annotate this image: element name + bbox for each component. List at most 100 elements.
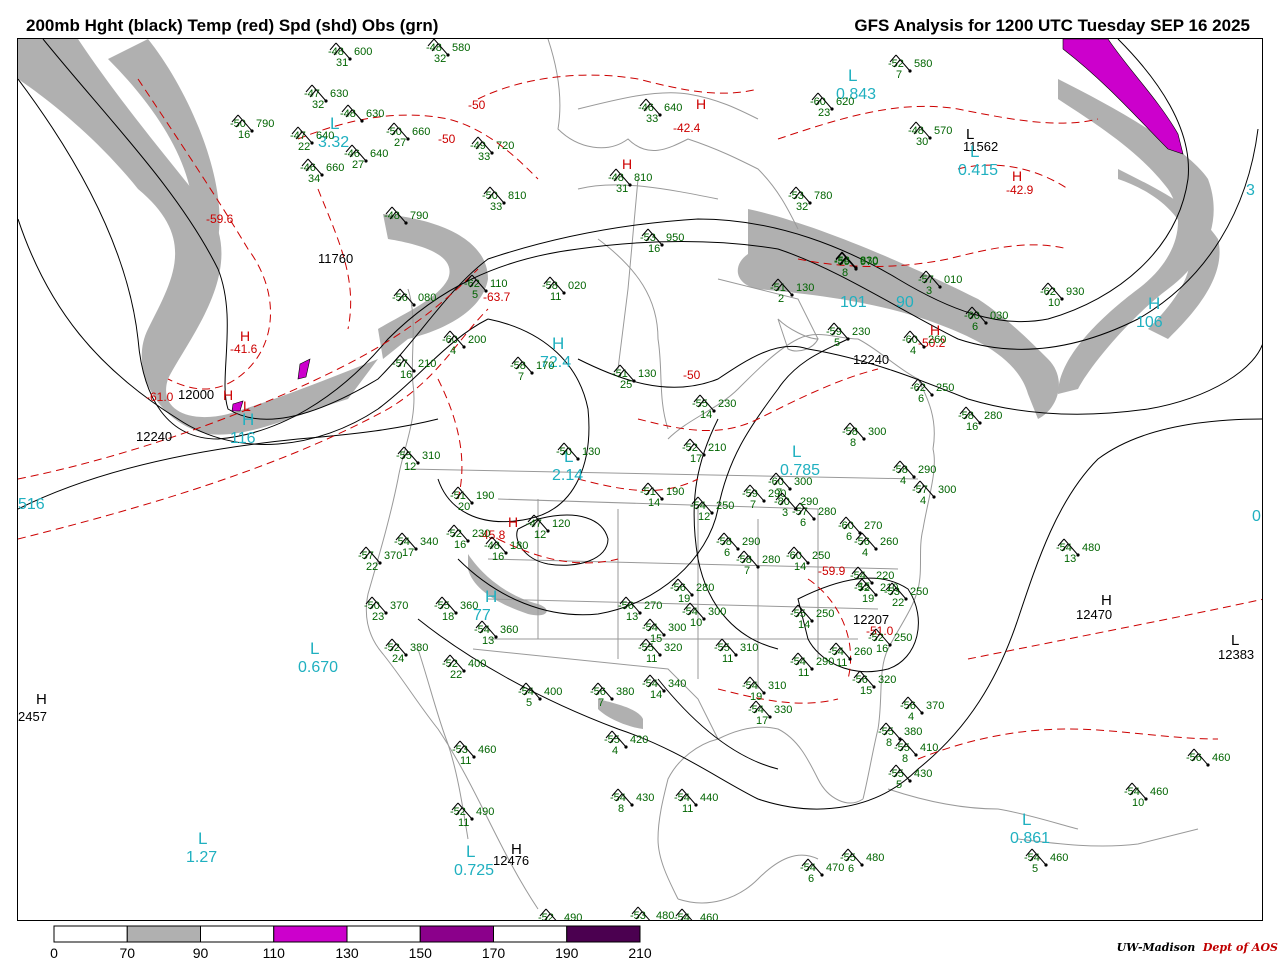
- station-dewpoint-depression: 19: [678, 593, 690, 605]
- station-plot: -602004: [442, 330, 486, 357]
- speed-center-mark: L: [310, 639, 319, 658]
- station-dewpoint-depression: 12: [698, 511, 710, 523]
- station-height: 310: [768, 680, 786, 692]
- station-dewpoint-depression: 31: [336, 57, 348, 69]
- station-plot: -4857030: [908, 121, 952, 148]
- station-height: 580: [914, 58, 932, 70]
- station-plot: -6293010: [1040, 282, 1084, 309]
- station-height: 790: [256, 118, 274, 130]
- height-center-mark: H: [1101, 592, 1112, 609]
- station-dewpoint-depression: 16: [238, 129, 250, 141]
- temperature-label: -61.0: [146, 390, 174, 404]
- station-dewpoint-depression: 32: [434, 53, 446, 65]
- station-temp: -52: [538, 912, 554, 921]
- station-height: 380: [410, 642, 428, 654]
- temperature-label: -50: [438, 132, 456, 146]
- station-height: 410: [920, 742, 938, 754]
- station-height: 380: [616, 686, 634, 698]
- station-dewpoint-depression: 22: [450, 669, 462, 681]
- station-plot: -48790: [384, 206, 428, 225]
- station-height: 330: [774, 704, 792, 716]
- station-dewpoint-depression: 6: [972, 321, 978, 333]
- station-plot: -5444011: [674, 788, 718, 815]
- station-dewpoint-depression: 12: [404, 461, 416, 473]
- weather-map: 117601200012240115621224012207 1247012383…: [18, 39, 1262, 921]
- station-height: 440: [700, 792, 718, 804]
- station-height: 810: [634, 172, 652, 184]
- height-center-mark: H: [36, 691, 47, 708]
- station-height: 170: [536, 360, 554, 372]
- station-height: 640: [664, 102, 682, 114]
- temperature-center-mark: H: [240, 328, 250, 344]
- station-height: 320: [664, 642, 682, 654]
- station-plot: -5119020: [450, 486, 494, 513]
- station-plot: -56460: [1186, 748, 1230, 767]
- station-plot: -4664027: [344, 144, 388, 171]
- speed-value-label: 1.27: [186, 849, 217, 866]
- station-dewpoint-depression: 31: [616, 183, 628, 195]
- station-height: 460: [1050, 852, 1068, 864]
- station-height: 460: [700, 912, 718, 921]
- station-dewpoint-depression: 6: [846, 531, 852, 543]
- station-dewpoint-depression: 8: [842, 267, 848, 279]
- station-height: 130: [638, 368, 656, 380]
- station-dewpoint-depression: 17: [402, 547, 414, 559]
- station-plot: -5431019: [742, 676, 786, 703]
- station-dewpoint-depression: 5: [1032, 863, 1038, 875]
- temperature-center-mark: H: [696, 96, 706, 112]
- station-height: 460: [478, 744, 496, 756]
- station-height: 260: [880, 536, 898, 548]
- station-height: 660: [326, 162, 344, 174]
- station-plot: -544605: [1024, 848, 1068, 875]
- station-plot: -54 460: [674, 908, 718, 921]
- station-dewpoint-depression: 4: [612, 745, 618, 757]
- station-height: 370: [384, 550, 402, 562]
- station-plot: -50130: [556, 442, 600, 461]
- station-dewpoint-depression: 27: [394, 137, 406, 149]
- speed-value-label: 0.415: [958, 162, 998, 179]
- station-dewpoint-depression: 10: [1132, 797, 1144, 809]
- station-dewpoint-depression: 33: [490, 201, 502, 213]
- station-plot: -592305: [826, 322, 870, 349]
- station-dewpoint-depression: 12: [534, 529, 546, 541]
- temperature-label: -42.9: [1006, 183, 1034, 197]
- speed-value-label: 0: [1252, 508, 1261, 525]
- colorbar-tick-label: 0: [50, 945, 58, 960]
- station-height: 190: [666, 486, 684, 498]
- station-height: 300: [708, 606, 726, 618]
- station-plot: -5433017: [748, 700, 792, 727]
- height-center-mark: H: [511, 841, 522, 858]
- station-dewpoint-depression: 16: [648, 243, 660, 255]
- station-dewpoint-depression: 33: [646, 113, 658, 125]
- station-dewpoint-depression: 14: [794, 561, 806, 573]
- station-height: 630: [330, 88, 348, 100]
- colorbar-tick-label: 130: [335, 945, 359, 960]
- station-dewpoint-depression: 18: [442, 611, 454, 623]
- station-height: 250: [812, 550, 830, 562]
- colorbar-tick-label: 110: [263, 945, 286, 960]
- temperature-label: -50: [468, 98, 486, 112]
- temperature-center-mark: H: [1012, 168, 1022, 184]
- station-dewpoint-depression: 33: [478, 151, 490, 163]
- station-dewpoint-depression: 13: [626, 611, 638, 623]
- station-height: 300: [668, 622, 686, 634]
- station-plot: -525807: [888, 54, 932, 81]
- colorbar-tick-label: 190: [555, 945, 579, 960]
- station-dewpoint-depression: 16: [966, 421, 978, 433]
- station-dewpoint-depression: 16: [492, 551, 504, 563]
- height-label: 12470: [1076, 607, 1112, 622]
- station-plot: -562604: [854, 532, 898, 559]
- station-dewpoint-depression: 5: [472, 289, 478, 301]
- station-dewpoint-depression: 13: [482, 635, 494, 647]
- station-height: 370: [926, 700, 944, 712]
- colorbar-segment: [273, 925, 348, 943]
- temperature-center-mark: H: [508, 514, 518, 530]
- station-plot: -4858032: [426, 39, 470, 65]
- station-dewpoint-depression: 11: [550, 291, 561, 303]
- station-dewpoint-depression: 13: [1064, 553, 1076, 565]
- station-height: 320: [878, 674, 896, 686]
- station-height: 230: [718, 398, 736, 410]
- station-height: 300: [794, 476, 812, 488]
- station-dewpoint-depression: 32: [312, 99, 324, 111]
- station-height: 380: [904, 726, 922, 738]
